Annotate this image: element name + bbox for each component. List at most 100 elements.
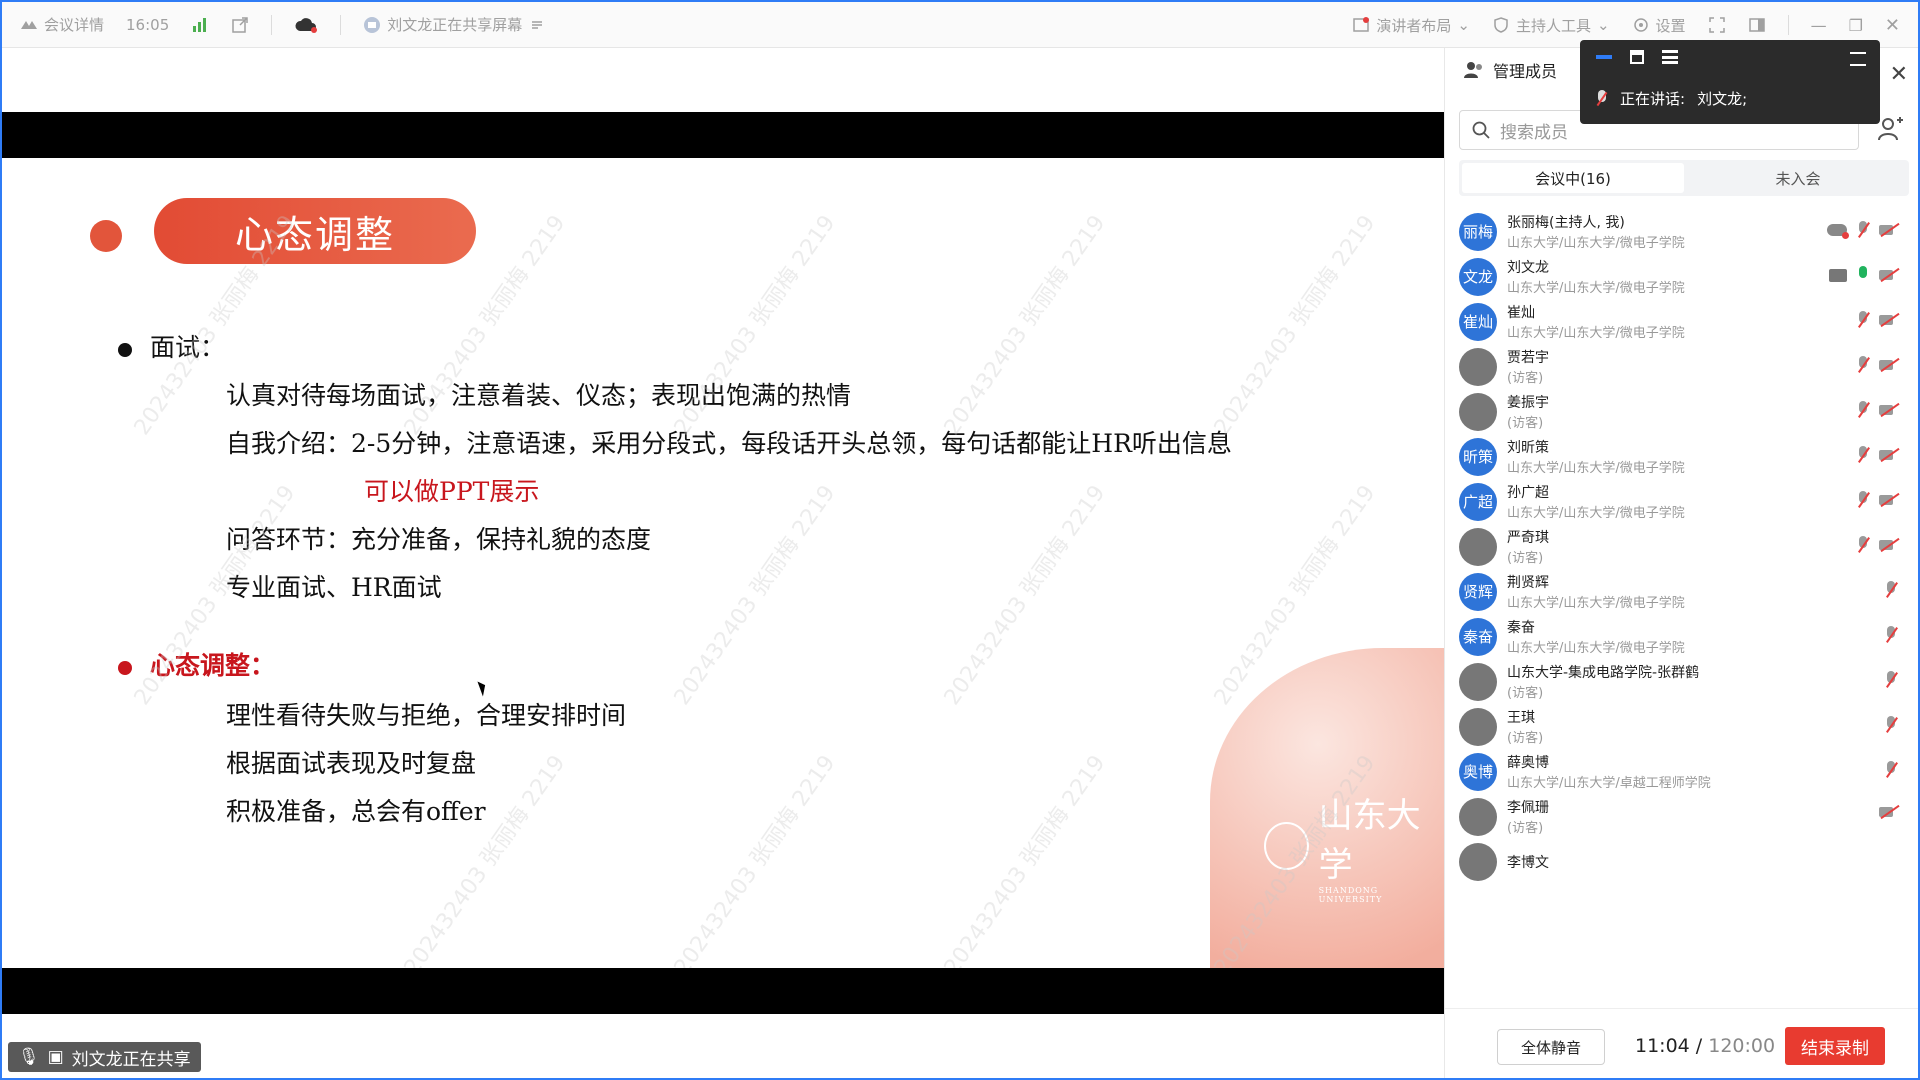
meeting-time: 16:05 — [126, 15, 170, 34]
member-status-icons — [1829, 265, 1899, 285]
member-text: 刘文龙 山东大学/山东大学/微电子学院 — [1507, 257, 1685, 296]
signal-icon[interactable] — [191, 16, 209, 34]
mic-muted-icon[interactable] — [1883, 625, 1899, 645]
chevron-down-icon: ⌄ — [1596, 16, 1610, 34]
divider — [340, 14, 342, 35]
gear-icon — [1633, 18, 1648, 32]
mic-muted-icon[interactable] — [1855, 445, 1871, 465]
presenter-layout-button[interactable]: 演讲者布局 ⌄ — [1352, 15, 1470, 36]
avatar — [1459, 392, 1497, 431]
list-icon — [532, 20, 543, 29]
fullscreen-icon[interactable] — [1708, 16, 1726, 34]
panel-header: 管理成员 — [1463, 58, 1557, 82]
avatar — [1459, 662, 1497, 701]
mic-muted-icon[interactable] — [1883, 670, 1899, 690]
mic-icon: 🎙 — [18, 1047, 40, 1067]
camera-off-icon[interactable] — [1879, 493, 1899, 507]
member-status-icons — [1883, 580, 1899, 600]
recording-dot — [1842, 232, 1849, 239]
sharing-status-label: 刘文龙正在共享屏幕 — [387, 16, 523, 34]
mic-muted-icon[interactable] — [1883, 760, 1899, 780]
member-text: 薛奥博 山东大学/山东大学/卓越工程师学院 — [1507, 752, 1711, 791]
meeting-details-button[interactable]: 会议详情 — [20, 14, 104, 35]
avatar: 秦奋 — [1459, 617, 1497, 656]
camera-off-icon[interactable] — [1879, 223, 1899, 237]
sidebar-toggle-icon[interactable] — [1748, 16, 1766, 34]
member-text: 张丽梅(主持人, 我) 山东大学/山东大学/微电子学院 — [1507, 212, 1685, 251]
members-panel: 管理成员 ✕ 搜索成员 会议中(16) 未入会 丽梅 张丽梅(主持人, 我) 山东大… — [1444, 48, 1919, 1078]
tab-not-joined[interactable]: 未入会 — [1687, 160, 1909, 196]
camera-off-icon[interactable] — [1879, 805, 1899, 819]
popout-icon[interactable] — [231, 16, 249, 34]
mic-muted-icon[interactable] — [1855, 220, 1871, 240]
window-mode-icon[interactable] — [1630, 50, 1644, 64]
member-name: 秦奋 — [1507, 620, 1535, 636]
member-name: 荆贤辉 — [1507, 575, 1549, 591]
settings-button[interactable]: 设置 — [1632, 15, 1686, 36]
mute-all-button[interactable]: 全体静音 — [1497, 1029, 1605, 1065]
cloud-recording-icon[interactable] — [294, 16, 318, 34]
avatar: 贤辉 — [1459, 572, 1497, 611]
restore-icon[interactable]: ❐ — [1849, 16, 1863, 35]
shared-screen: 山东大学 SHANDONG UNIVERSITY 心态调整 面试： 认真对待每场… — [2, 48, 1444, 1078]
avatar — [1459, 797, 1497, 836]
member-text: 王琪 (访客) — [1507, 707, 1543, 746]
member-status-icons — [1855, 400, 1899, 420]
member-name: 刘昕策 — [1507, 440, 1549, 456]
end-recording-button[interactable]: 结束录制 — [1785, 1027, 1885, 1065]
mic-muted-icon[interactable] — [1855, 400, 1871, 420]
mic-muted-icon[interactable] — [1855, 355, 1871, 375]
list-mode-icon[interactable] — [1662, 50, 1678, 64]
member-text: 姜振宇 (访客) — [1507, 392, 1549, 431]
letterbox-bottom — [2, 968, 1444, 1014]
member-text: 崔灿 山东大学/山东大学/微电子学院 — [1507, 302, 1685, 341]
app-logo-icon — [21, 20, 37, 29]
avatar: 奥博 — [1459, 752, 1497, 791]
member-name: 严奇琪 — [1507, 530, 1549, 546]
avatar — [1459, 842, 1497, 881]
mic-muted-icon[interactable] — [1883, 715, 1899, 735]
title-dot — [90, 220, 122, 252]
avatar — [1459, 527, 1497, 566]
camera-off-icon[interactable] — [1879, 268, 1899, 282]
speaking-label: 正在讲话: — [1620, 90, 1686, 108]
sharer-tag: 🎙 ▣ 刘文龙正在共享 — [8, 1042, 201, 1072]
camera-off-icon[interactable] — [1879, 538, 1899, 552]
recording-timer: 11:04 / 120:00 — [1635, 1035, 1776, 1057]
close-panel-icon[interactable]: ✕ — [1890, 62, 1908, 87]
mic-muted-icon[interactable] — [1883, 580, 1899, 600]
close-icon[interactable]: ✕ — [1885, 15, 1900, 36]
search-placeholder: 搜索成员 — [1500, 122, 1568, 143]
member-text: 山东大学-集成电路学院-张群鹤 (访客) — [1507, 662, 1699, 701]
slide-line-highlight: 可以做PPT展示 — [364, 477, 540, 506]
host-tools-button[interactable]: 主持人工具 ⌄ — [1492, 15, 1610, 36]
meeting-details-label: 会议详情 — [44, 16, 105, 34]
camera-off-icon[interactable] — [1879, 403, 1899, 417]
minimize-icon[interactable]: — — [1811, 16, 1827, 35]
avatar: 丽梅 — [1459, 212, 1497, 251]
member-text: 刘昕策 山东大学/山东大学/微电子学院 — [1507, 437, 1685, 476]
camera-off-icon[interactable] — [1879, 448, 1899, 462]
camera-off-icon[interactable] — [1879, 358, 1899, 372]
member-name: 王琪 — [1507, 710, 1535, 726]
speaker-widget[interactable]: 正在讲话: 刘文龙; — [1580, 40, 1880, 124]
collapse-icon[interactable] — [1850, 52, 1866, 66]
mic-muted-icon[interactable] — [1855, 490, 1871, 510]
mic-muted-icon[interactable] — [1855, 535, 1871, 555]
mic-muted-icon[interactable] — [1855, 310, 1871, 330]
sharing-status[interactable]: 刘文龙正在共享屏幕 — [363, 14, 546, 35]
camera-off-icon[interactable] — [1879, 313, 1899, 327]
member-name: 孙广超 — [1507, 485, 1549, 501]
member-row[interactable]: 李博文 — [1459, 834, 1909, 889]
avatar — [1459, 347, 1497, 386]
member-name: 姜振宇 — [1507, 395, 1549, 411]
slide-line: 根据面试表现及时复盘 — [226, 749, 477, 778]
bullet-dot — [118, 660, 132, 675]
mic-on-icon[interactable] — [1855, 265, 1871, 285]
tab-in-meeting[interactable]: 会议中(16) — [1462, 163, 1684, 193]
panel-title: 管理成员 — [1493, 62, 1558, 81]
member-status-icons — [1883, 625, 1899, 645]
members-icon — [1464, 62, 1482, 78]
minimize-widget-icon[interactable] — [1596, 55, 1612, 59]
panel-footer: 全体静音 11:04 / 120:00 结束录制 — [1445, 1008, 1919, 1078]
